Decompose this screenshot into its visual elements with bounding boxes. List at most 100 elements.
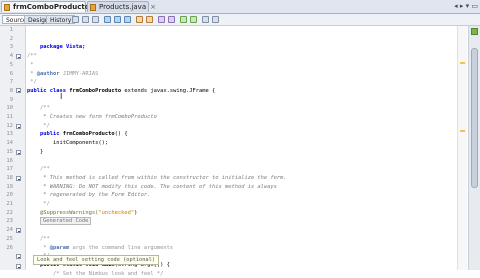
code-text: args the command line arguments (69, 244, 174, 251)
fold-toggle-icon[interactable] (16, 254, 21, 259)
code-text: ) (134, 209, 138, 216)
line-number: 5 (9, 61, 13, 68)
line-number: 6 (9, 70, 13, 77)
file-tab-bar: frmComboProducto.java× Products.java× ◂ … (0, 0, 480, 14)
string-literal: "unchecked" (98, 209, 135, 216)
code-line: * @param args the command line arguments (27, 244, 173, 253)
code-line: } (27, 148, 44, 155)
line-number: 2 (9, 35, 13, 42)
shift-left-icon[interactable] (158, 16, 165, 23)
folded-generated-code[interactable]: Generated Code (39, 217, 92, 226)
class-name: frmComboProducto (69, 87, 122, 94)
code-keyword: public (27, 131, 63, 138)
javadoc-tag: @author (36, 70, 60, 77)
shift-right-icon[interactable] (168, 16, 175, 23)
code-line: Generated Code (27, 217, 92, 226)
line-number: 15 (6, 148, 13, 155)
code-line: */ (27, 201, 50, 207)
fold-toggle-icon[interactable] (16, 124, 21, 129)
tab-label: Products.java (99, 3, 147, 11)
line-number: 16 (6, 157, 13, 164)
toggle-highlight-icon[interactable] (136, 16, 143, 23)
code-line: /** (27, 53, 37, 60)
line-number: 21 (6, 201, 13, 207)
code-line: /** (27, 105, 50, 112)
fold-toggle-icon[interactable] (16, 264, 21, 269)
tab-frmcomboproducto[interactable]: frmComboProducto.java× (1, 1, 119, 12)
line-number: 9 (9, 96, 13, 103)
code-line: * This method is called from within the … (27, 174, 287, 181)
find-previous-icon[interactable] (114, 16, 121, 23)
line-number: 13 (6, 131, 13, 138)
last-edit-icon[interactable] (72, 16, 79, 23)
code-text: () { (114, 131, 128, 138)
code-text: extends javax.swing.JFrame { (121, 87, 216, 94)
code-line: * @author JIMMY-ARIAS (27, 70, 98, 79)
java-file-icon (4, 4, 10, 11)
scrollbar-thumb[interactable] (471, 48, 478, 188)
editor-toolbar: Source Design History (0, 14, 480, 26)
error-stripe[interactable] (457, 26, 467, 270)
find-next-icon[interactable] (124, 16, 131, 23)
line-number: 17 (6, 166, 13, 173)
line-number: 25 (6, 235, 13, 242)
line-number: 26 (6, 244, 13, 251)
code-text: * (27, 244, 50, 251)
vertical-scrollbar[interactable] (468, 26, 480, 270)
line-number: 14 (6, 140, 13, 147)
line-number: 8 (9, 87, 13, 94)
toggle-bookmark-icon[interactable] (146, 16, 153, 23)
code-line: /* Set the Nimbus look and feel */ (27, 270, 164, 277)
code-line: @SuppressWarnings("unchecked") (27, 209, 137, 218)
comment-icon[interactable] (202, 16, 209, 23)
code-line: public frmComboProducto() { (27, 130, 128, 139)
java-file-icon (90, 4, 96, 11)
line-number: 24 (6, 227, 13, 234)
no-errors-icon (471, 28, 478, 35)
back-icon[interactable] (82, 16, 89, 23)
code-line: * regenerated by the Form Editor. (27, 192, 151, 199)
fold-toggle-icon[interactable] (16, 176, 21, 181)
code-line: * Creates new form frmComboProducto (27, 114, 157, 120)
annotation: @SuppressWarnings( (27, 209, 99, 216)
javadoc-tag: @param (49, 244, 70, 251)
line-number: 19 (6, 183, 13, 190)
code-line: /** (27, 235, 50, 242)
mouse-cursor-icon: I (60, 92, 63, 101)
tab-products[interactable]: Products.java × (87, 1, 156, 12)
constructor-name: frmComboProducto (62, 131, 115, 138)
line-number: 23 (6, 218, 13, 225)
start-macro-icon[interactable] (180, 16, 187, 23)
find-icon[interactable] (104, 16, 111, 23)
code-text: * (27, 70, 37, 77)
uncomment-icon[interactable] (212, 16, 219, 23)
line-number: 12 (6, 122, 13, 129)
line-number: 18 (6, 174, 13, 181)
fold-toggle-icon[interactable] (16, 54, 21, 59)
line-number: 1 (9, 27, 13, 33)
line-number: 22 (6, 209, 13, 216)
line-number: 7 (9, 79, 13, 86)
warning-marker[interactable] (460, 130, 465, 132)
close-icon[interactable]: × (150, 3, 156, 11)
tab-navigation-icons[interactable]: ◂ ▸ ▾ ▭ (454, 1, 478, 12)
code-line: * WARNING: Do NOT modify this code. The … (27, 183, 277, 190)
folded-look-and-feel-code[interactable]: Look and feel setting code (optional) (33, 255, 159, 265)
code-line: public class frmComboProducto extends ja… (27, 87, 215, 96)
code-editor[interactable]: package Vista; /** * * @author JIMMY-ARI… (27, 26, 455, 276)
line-number: 11 (6, 114, 13, 120)
line-number: 4 (9, 53, 13, 60)
warning-marker[interactable] (460, 62, 465, 64)
line-number: 10 (6, 105, 13, 112)
fold-toggle-icon[interactable] (16, 150, 21, 155)
stop-macro-icon[interactable] (190, 16, 197, 23)
forward-icon[interactable] (92, 16, 99, 23)
code-line: /** (27, 166, 50, 173)
fold-toggle-icon[interactable] (16, 88, 21, 93)
history-view-tab[interactable]: History (46, 15, 76, 24)
code-line: */ (27, 79, 37, 86)
line-number: 20 (6, 192, 13, 199)
fold-toggle-icon[interactable] (16, 228, 21, 233)
code-keyword: public class (27, 87, 70, 94)
line-number: 3 (9, 44, 13, 51)
